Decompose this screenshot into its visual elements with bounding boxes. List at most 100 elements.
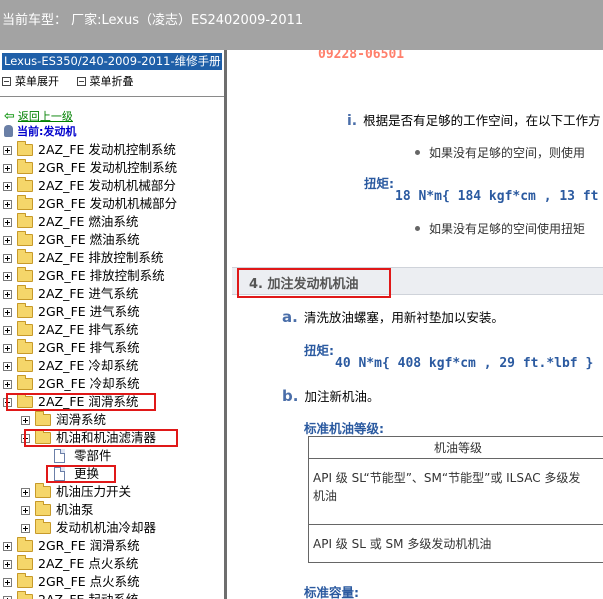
torque-label-1: 扭矩: — [364, 176, 394, 191]
tree-item[interactable]: 2AZ_FE 冷却系统 — [0, 357, 224, 375]
oil-grade-heading: 标准机油等级: — [304, 421, 384, 436]
tree-item[interactable]: 机油和机油滤清器 — [0, 429, 224, 447]
capacity-heading: 标准容量: — [304, 585, 359, 599]
collapse-menu-button[interactable]: 菜单折叠 — [76, 73, 134, 89]
tree-item[interactable]: 机油压力开关 — [0, 483, 224, 501]
expand-menu-button[interactable]: 菜单展开 — [2, 73, 59, 89]
step-a: a. 清洗放油螺塞，用新衬垫加以安装。 — [282, 307, 504, 326]
tree-item[interactable]: 2AZ_FE 进气系统 — [0, 285, 224, 303]
folder-icon — [17, 285, 33, 300]
table-header: 机油等级 — [309, 437, 603, 459]
highlight-box — [24, 429, 178, 447]
back-arrow-icon: ⇦ — [4, 109, 15, 124]
tree-item[interactable]: 2AZ_FE 起动系统 — [0, 591, 224, 599]
tree-item[interactable]: 2AZ_FE 发动机控制系统 — [0, 141, 224, 159]
tree-item[interactable]: 2GR_FE 发动机机械部分 — [0, 195, 224, 213]
current-location: 当前:发动机 — [4, 123, 76, 139]
folder-icon — [17, 573, 33, 588]
part-number: 09228-06501 — [318, 50, 405, 62]
expand-plus-icon[interactable] — [3, 308, 12, 317]
step-i: i. 根据是否有足够的工作空间，在以下工作方 — [347, 110, 601, 129]
folder-icon — [17, 375, 33, 390]
expand-plus-icon[interactable] — [3, 182, 12, 191]
expand-plus-icon[interactable] — [21, 506, 30, 515]
folder-icon — [35, 483, 51, 498]
step-i-numeral: i. — [347, 113, 358, 129]
expand-plus-icon[interactable] — [21, 524, 30, 533]
manual-title[interactable]: Lexus-ES350/240-2009-2011-维修手册 — [2, 53, 222, 70]
engine-icon — [4, 125, 13, 137]
expand-plus-icon[interactable] — [3, 560, 12, 569]
expand-plus-icon[interactable] — [3, 542, 12, 551]
folder-icon — [17, 555, 33, 570]
bullet-icon — [415, 226, 420, 231]
expand-plus-icon[interactable] — [3, 164, 12, 173]
tree-item[interactable]: 润滑系统 — [0, 411, 224, 429]
tree-item-label: 2GR_FE 冷却系统 — [38, 376, 140, 391]
back-link[interactable]: ⇦ 返回上一级 — [4, 108, 73, 124]
bullet-2-text: 如果没有足够的空间使用扭矩 — [429, 222, 586, 236]
step-b-letter: b. — [282, 387, 299, 405]
tree-item-label: 润滑系统 — [56, 412, 107, 427]
bullet-no-space-2: 如果没有足够的空间使用扭矩 — [415, 220, 585, 237]
expand-plus-icon[interactable] — [3, 146, 12, 155]
tree-item-label: 2AZ_FE 点火系统 — [38, 556, 139, 571]
tree-item-label: 机油压力开关 — [56, 484, 132, 499]
tree-item[interactable]: 2AZ_FE 排放控制系统 — [0, 249, 224, 267]
tree-item[interactable]: 2AZ_FE 润滑系统 — [0, 393, 224, 411]
current-location-label: 当前:发动机 — [17, 125, 77, 138]
tree-item[interactable]: 2GR_FE 进气系统 — [0, 303, 224, 321]
tree-item[interactable]: 2AZ_FE 发动机机械部分 — [0, 177, 224, 195]
expand-plus-icon[interactable] — [3, 218, 12, 227]
bullet-icon — [415, 150, 420, 155]
tree-item[interactable]: 2GR_FE 排气系统 — [0, 339, 224, 357]
tree-item[interactable]: 2GR_FE 点火系统 — [0, 573, 224, 591]
tree-item[interactable]: 机油泵 — [0, 501, 224, 519]
tree-item[interactable]: 零部件 — [0, 447, 224, 465]
expand-plus-icon[interactable] — [3, 254, 12, 263]
folder-icon — [17, 321, 33, 336]
folder-icon — [35, 411, 51, 426]
tree-item[interactable]: 2AZ_FE 排气系统 — [0, 321, 224, 339]
table-cell-line-1: API 级 SL“节能型”、SM“节能型”或 ILSAC 多级发 — [313, 471, 581, 485]
tree-item[interactable]: 2GR_FE 排放控制系统 — [0, 267, 224, 285]
title-bar: 当前车型： 厂家:Lexus（凌志）ES2402009-2011 — [0, 0, 603, 50]
expand-plus-icon[interactable] — [3, 362, 12, 371]
tree-item-label: 2AZ_FE 排放控制系统 — [38, 250, 164, 265]
expand-plus-icon[interactable] — [21, 488, 30, 497]
tree-item-label: 2GR_FE 发动机机械部分 — [38, 196, 178, 211]
expand-plus-icon[interactable] — [3, 578, 12, 587]
tree-item[interactable]: 2AZ_FE 点火系统 — [0, 555, 224, 573]
expand-plus-icon[interactable] — [3, 326, 12, 335]
tree-item-label: 2AZ_FE 发动机控制系统 — [38, 142, 176, 157]
expand-plus-icon[interactable] — [3, 272, 12, 281]
expand-plus-icon[interactable] — [3, 200, 12, 209]
sidebar-divider — [0, 96, 224, 97]
table-cell-line-2: 机油 — [313, 489, 338, 503]
tree-item[interactable]: 更换 — [0, 465, 224, 483]
expand-plus-icon[interactable] — [21, 416, 30, 425]
folder-icon — [17, 195, 33, 210]
folder-icon — [17, 537, 33, 552]
expand-plus-icon[interactable] — [3, 236, 12, 245]
collapse-menu-label: 菜单折叠 — [89, 75, 134, 88]
folder-icon — [17, 267, 33, 282]
vehicle-title: 当前车型： 厂家:Lexus（凌志）ES2402009-2011 — [2, 13, 304, 28]
tree-item[interactable]: 2GR_FE 润滑系统 — [0, 537, 224, 555]
tree-item-label: 零部件 — [74, 448, 112, 463]
tree-item[interactable]: 2GR_FE 发动机控制系统 — [0, 159, 224, 177]
tree-item-label: 2AZ_FE 进气系统 — [38, 286, 139, 301]
step-a-text: 清洗放油螺塞，用新衬垫加以安装。 — [303, 310, 504, 325]
tree-item[interactable]: 2AZ_FE 燃油系统 — [0, 213, 224, 231]
expand-plus-icon[interactable] — [3, 290, 12, 299]
expand-plus-icon[interactable] — [3, 380, 12, 389]
tree-item[interactable]: 发动机机油冷却器 — [0, 519, 224, 537]
tree-item-label: 2GR_FE 进气系统 — [38, 304, 140, 319]
sidebar: Lexus-ES350/240-2009-2011-维修手册 菜单展开 菜单折叠… — [0, 50, 224, 599]
expand-plus-icon[interactable] — [3, 344, 12, 353]
tree-item[interactable]: 2GR_FE 燃油系统 — [0, 231, 224, 249]
step-a-letter: a. — [282, 308, 298, 326]
folder-icon — [17, 249, 33, 264]
tree-item[interactable]: 2GR_FE 冷却系统 — [0, 375, 224, 393]
torque-value-2: 40 N*m{ 408 kgf*cm , 29 ft.*lbf } — [335, 356, 594, 371]
